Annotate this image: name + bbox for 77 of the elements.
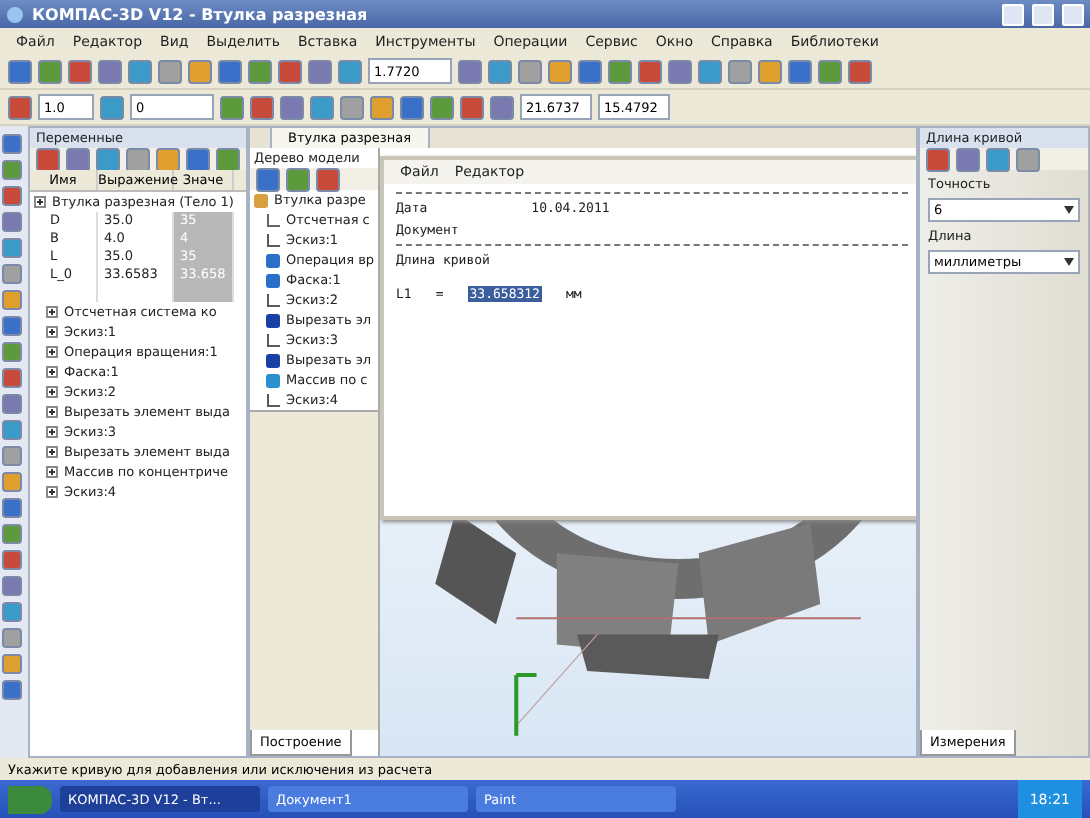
toolbar-icon[interactable]	[488, 59, 512, 83]
toolbar-icon[interactable]	[280, 95, 304, 119]
toolbar-icon[interactable]	[758, 59, 782, 83]
minimize-button[interactable]	[1002, 3, 1024, 25]
sketch-icon	[266, 393, 280, 407]
toolbar-icon[interactable]	[458, 59, 482, 83]
toolbar-icon[interactable]	[8, 59, 32, 83]
toolbar-icon[interactable]	[286, 167, 310, 191]
toolbar-icon[interactable]	[98, 59, 122, 83]
toolbar-icon[interactable]	[370, 95, 394, 119]
toolbar-icon[interactable]	[308, 59, 332, 83]
close-button[interactable]	[1062, 3, 1084, 25]
expand-icon[interactable]	[46, 366, 58, 378]
toolbar-icon[interactable]	[156, 147, 180, 171]
sketch-icon	[266, 293, 280, 307]
toolbar-icon[interactable]	[316, 167, 340, 191]
expand-icon[interactable]	[46, 466, 58, 478]
toolbar-icon[interactable]	[728, 59, 752, 83]
toolbar-icon[interactable]	[186, 147, 210, 171]
toolbar-icon[interactable]	[698, 59, 722, 83]
toolbar-icon[interactable]	[310, 95, 334, 119]
toolbar-icon[interactable]	[248, 59, 272, 83]
toolbar-icon[interactable]	[158, 59, 182, 83]
toolbar-icon[interactable]	[216, 147, 240, 171]
toolbar-icon[interactable]	[518, 59, 542, 83]
expand-icon[interactable]	[46, 346, 58, 358]
toolbar-icon[interactable]	[788, 59, 812, 83]
toolbar-icon[interactable]	[956, 147, 980, 171]
toolbar-icon[interactable]	[66, 147, 90, 171]
maximize-button[interactable]	[1032, 3, 1054, 25]
toolbar-icon[interactable]	[38, 59, 62, 83]
start-button[interactable]	[8, 785, 52, 813]
toolbar-icon[interactable]	[338, 59, 362, 83]
toolbar-icon[interactable]	[986, 147, 1010, 171]
app-icon	[6, 5, 24, 23]
sketch-icon	[266, 333, 280, 347]
toolbar-icon[interactable]	[68, 59, 92, 83]
toolbar-icon[interactable]	[126, 147, 150, 171]
expand-icon[interactable]	[46, 486, 58, 498]
sketch-icon	[266, 233, 280, 247]
expand-icon[interactable]	[46, 426, 58, 438]
toolbar-icon[interactable]	[548, 59, 572, 83]
expand-icon[interactable]	[46, 306, 58, 318]
dropdown-arrow-icon	[1064, 258, 1074, 266]
dropdown-arrow-icon	[1064, 206, 1074, 214]
toolbar-icon[interactable]	[188, 59, 212, 83]
expand-icon[interactable]	[46, 446, 58, 458]
toolbar-icon[interactable]	[100, 95, 124, 119]
toolbar-icon[interactable]	[430, 95, 454, 119]
expand-icon[interactable]	[34, 196, 46, 208]
toolbar-icon[interactable]	[490, 95, 514, 119]
toolbar-icon[interactable]	[818, 59, 842, 83]
toolbar-icon[interactable]	[460, 95, 484, 119]
expand-icon[interactable]	[46, 386, 58, 398]
toolbar-icon[interactable]	[400, 95, 424, 119]
expand-icon[interactable]	[46, 326, 58, 338]
toolbar-icon[interactable]	[128, 59, 152, 83]
toolbar-icon[interactable]	[668, 59, 692, 83]
toolbar-icon[interactable]	[250, 95, 274, 119]
toolbar-icon[interactable]	[578, 59, 602, 83]
toolbar-icon[interactable]	[638, 59, 662, 83]
toolbar-icon[interactable]	[218, 59, 242, 83]
toolbar-icon[interactable]	[608, 59, 632, 83]
expand-icon[interactable]	[46, 406, 58, 418]
toolbar-icon[interactable]	[340, 95, 364, 119]
toolbar-icon[interactable]	[96, 147, 120, 171]
toolbar-icon[interactable]	[36, 147, 60, 171]
toolbar-icon[interactable]	[220, 95, 244, 119]
feature-icon	[266, 313, 280, 327]
empty-value-cell	[174, 284, 234, 302]
toolbar-icon[interactable]	[278, 59, 302, 83]
toolbar-icon[interactable]	[256, 167, 280, 191]
toolbar-icon[interactable]	[8, 95, 32, 119]
toolbar-icon[interactable]	[926, 147, 950, 171]
toolbar-icon[interactable]	[1016, 147, 1040, 171]
window-title: КОМПАС-3D V12 - Втулка разрезная	[32, 5, 370, 23]
toolbar-icon[interactable]	[848, 59, 872, 83]
